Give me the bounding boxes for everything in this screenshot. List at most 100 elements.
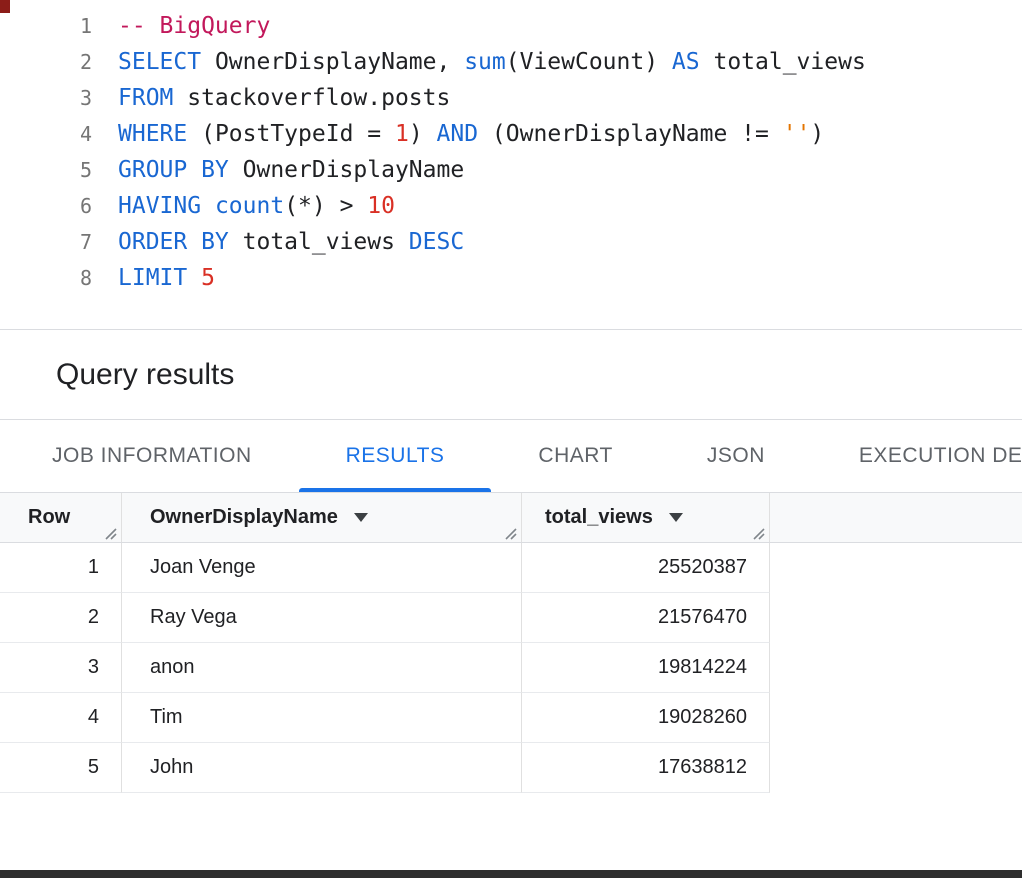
- cell-row-number: 2: [0, 593, 122, 643]
- cell-owner-display-name: Tim: [122, 693, 522, 743]
- table-row[interactable]: 2 Ray Vega 21576470: [0, 593, 1022, 643]
- column-resize-grip[interactable]: [102, 525, 117, 540]
- code-token: ): [810, 121, 824, 147]
- query-results-header: Query results: [0, 330, 1022, 420]
- code-text: -- BigQuery: [92, 8, 270, 44]
- red-corner-mark: [0, 0, 10, 13]
- cell-total-views: 21576470: [522, 593, 770, 643]
- line-number: 4: [0, 116, 92, 152]
- table-header-row: Row OwnerDisplayName total_views: [0, 493, 1022, 543]
- code-line[interactable]: 3 FROM stackoverflow.posts: [0, 80, 1022, 116]
- cell-total-views: 25520387: [522, 543, 770, 593]
- table-row[interactable]: 5 John 17638812: [0, 743, 1022, 793]
- code-token: GROUP BY: [118, 157, 229, 183]
- code-token: ORDER BY: [118, 229, 229, 255]
- code-token: total_views: [229, 229, 409, 255]
- table-row[interactable]: 1 Joan Venge 25520387: [0, 543, 1022, 593]
- code-token: DESC: [409, 229, 464, 255]
- code-token: -- BigQuery: [118, 13, 270, 39]
- sql-editor[interactable]: 1 -- BigQuery 2 SELECT OwnerDisplayName,…: [0, 0, 1022, 330]
- code-text: LIMIT 5: [92, 260, 215, 296]
- tab-chart[interactable]: CHART: [491, 420, 659, 492]
- code-text: GROUP BY OwnerDisplayName: [92, 152, 464, 188]
- code-text: SELECT OwnerDisplayName, sum(ViewCount) …: [92, 44, 866, 80]
- code-text: FROM stackoverflow.posts: [92, 80, 450, 116]
- code-line[interactable]: 8 LIMIT 5: [0, 260, 1022, 296]
- code-line[interactable]: 5 GROUP BY OwnerDisplayName: [0, 152, 1022, 188]
- line-number: 7: [0, 224, 92, 260]
- tab-label: EXECUTION DETAILS: [859, 444, 1022, 468]
- tab-json[interactable]: JSON: [660, 420, 812, 492]
- cell-total-views: 19028260: [522, 693, 770, 743]
- line-number: 2: [0, 44, 92, 80]
- code-token: 5: [201, 265, 215, 291]
- sort-dropdown-icon[interactable]: [354, 513, 368, 522]
- code-token: '': [783, 121, 811, 147]
- cell-row-number: 4: [0, 693, 122, 743]
- code-token: stackoverflow.posts: [173, 85, 450, 111]
- bottom-panel-edge: [0, 870, 1022, 878]
- line-number: 6: [0, 188, 92, 224]
- code-token: AS: [672, 49, 700, 75]
- code-token: (OwnerDisplayName !=: [478, 121, 783, 147]
- cell-total-views: 19814224: [522, 643, 770, 693]
- table-row[interactable]: 3 anon 19814224: [0, 643, 1022, 693]
- cell-filler: [770, 643, 1022, 693]
- query-results-title: Query results: [56, 358, 234, 392]
- code-text: WHERE (PostTypeId = 1) AND (OwnerDisplay…: [92, 116, 824, 152]
- code-line[interactable]: 7 ORDER BY total_views DESC: [0, 224, 1022, 260]
- code-token: (*) >: [284, 193, 367, 219]
- line-number: 1: [0, 8, 92, 44]
- column-header-filler: [770, 493, 1022, 542]
- code-token: [187, 265, 201, 291]
- code-line[interactable]: 1 -- BigQuery: [0, 8, 1022, 44]
- tab-job-information[interactable]: JOB INFORMATION: [5, 420, 299, 492]
- code-token: count: [215, 193, 284, 219]
- column-header-total-views[interactable]: total_views: [522, 493, 770, 542]
- code-token: sum: [464, 49, 506, 75]
- tab-label: RESULTS: [346, 444, 445, 468]
- cell-row-number: 1: [0, 543, 122, 593]
- line-number: 8: [0, 260, 92, 296]
- tab-label: JSON: [707, 444, 765, 468]
- column-header-ownerdisplayname[interactable]: OwnerDisplayName: [122, 493, 522, 542]
- code-token: SELECT: [118, 49, 201, 75]
- column-label: Row: [28, 506, 70, 529]
- cell-row-number: 3: [0, 643, 122, 693]
- cell-owner-display-name: Joan Venge: [122, 543, 522, 593]
- column-resize-grip[interactable]: [502, 525, 517, 540]
- column-resize-grip[interactable]: [750, 525, 765, 540]
- column-label: total_views: [545, 506, 653, 529]
- tab-label: CHART: [538, 444, 612, 468]
- line-number: 3: [0, 80, 92, 116]
- cell-filler: [770, 543, 1022, 593]
- code-token: 1: [395, 121, 409, 147]
- table-row[interactable]: 4 Tim 19028260: [0, 693, 1022, 743]
- code-token: total_views: [700, 49, 866, 75]
- code-token: 10: [367, 193, 395, 219]
- code-token: OwnerDisplayName: [229, 157, 464, 183]
- cell-owner-display-name: anon: [122, 643, 522, 693]
- code-token: LIMIT: [118, 265, 187, 291]
- code-token: HAVING: [118, 193, 201, 219]
- column-header-row[interactable]: Row: [0, 493, 122, 542]
- cell-filler: [770, 743, 1022, 793]
- code-token: OwnerDisplayName,: [201, 49, 464, 75]
- code-token: AND: [437, 121, 479, 147]
- code-line[interactable]: 6 HAVING count(*) > 10: [0, 188, 1022, 224]
- code-line[interactable]: 4 WHERE (PostTypeId = 1) AND (OwnerDispl…: [0, 116, 1022, 152]
- cell-owner-display-name: John: [122, 743, 522, 793]
- code-token: ): [409, 121, 437, 147]
- line-number: 5: [0, 152, 92, 188]
- column-label: OwnerDisplayName: [150, 506, 338, 529]
- tab-results[interactable]: RESULTS: [299, 420, 492, 492]
- sort-dropdown-icon[interactable]: [669, 513, 683, 522]
- results-table: Row OwnerDisplayName total_views 1 Joan …: [0, 493, 1022, 793]
- tab-execution-details[interactable]: EXECUTION DETAILS: [812, 420, 1022, 492]
- code-token: (ViewCount): [506, 49, 672, 75]
- code-line[interactable]: 2 SELECT OwnerDisplayName, sum(ViewCount…: [0, 44, 1022, 80]
- code-token: [201, 193, 215, 219]
- code-text: ORDER BY total_views DESC: [92, 224, 464, 260]
- cell-owner-display-name: Ray Vega: [122, 593, 522, 643]
- cell-filler: [770, 693, 1022, 743]
